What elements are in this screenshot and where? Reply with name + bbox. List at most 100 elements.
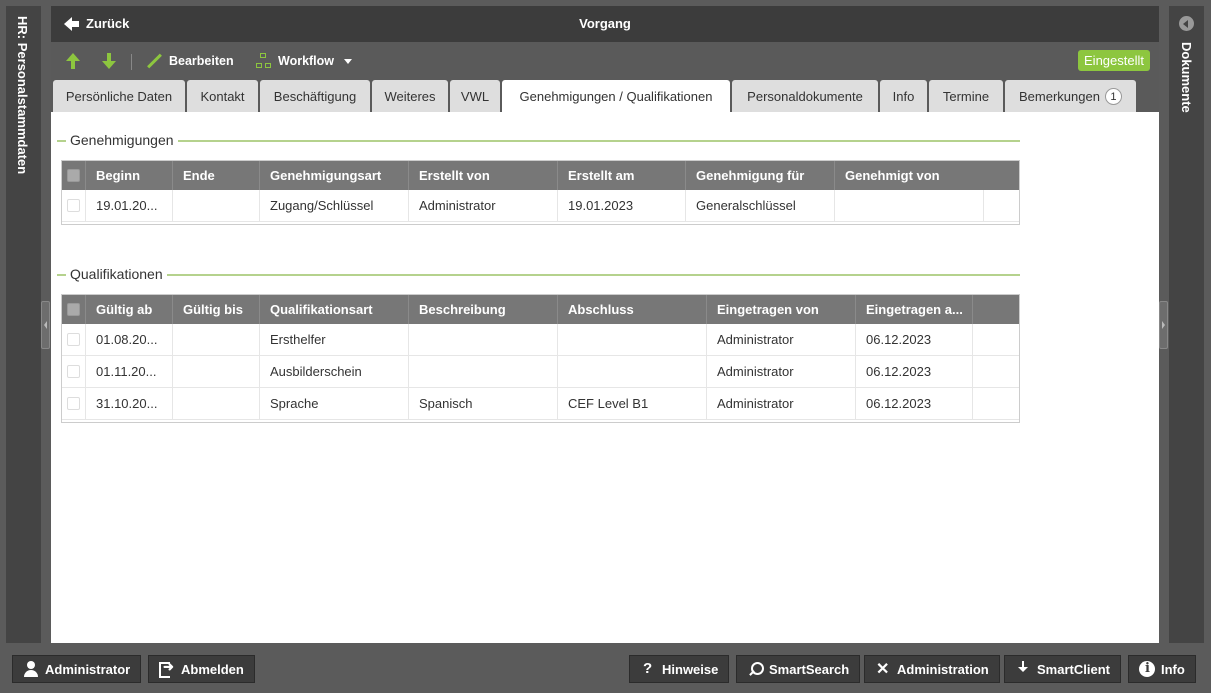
count-badge: 1 — [1104, 87, 1122, 105]
user-button[interactable]: Administrator — [12, 655, 142, 683]
table-cell: 01.11.20... — [86, 356, 173, 387]
row-checkbox[interactable] — [67, 397, 80, 410]
info-button[interactable]: Info — [1128, 655, 1196, 683]
row-checkbox[interactable] — [67, 333, 80, 346]
tab-label: Persönliche Daten — [65, 88, 173, 104]
tab-label: Personaldokumente — [747, 88, 863, 104]
tab-label: VWL — [460, 88, 490, 104]
hints-button[interactable]: Hinweise — [629, 655, 730, 683]
smartsearch-label: SmartSearch — [769, 661, 850, 677]
table-cell — [173, 324, 260, 355]
table-cell: Administrator — [707, 324, 856, 355]
right-panel-label[interactable]: Dokumente — [1179, 42, 1194, 113]
table-cell: 06.12.2023 — [856, 324, 973, 355]
table-row[interactable]: 19.01.20... Zugang/Schlüssel Administrat… — [62, 190, 1019, 222]
section-divider — [57, 140, 1020, 142]
tab-label: Termine — [942, 88, 990, 104]
table-cell: Administrator — [707, 356, 856, 387]
column-header[interactable]: Gültig bis — [173, 295, 260, 324]
column-header[interactable]: Eingetragen von — [707, 295, 856, 324]
toolbar: Bearbeiten Workflow Eingestellt — [51, 42, 1159, 80]
user-icon — [23, 661, 39, 677]
column-header[interactable]: Gültig ab — [86, 295, 173, 324]
column-header[interactable]: Eingetragen a... — [856, 295, 973, 324]
column-header[interactable]: Erstellt am — [558, 161, 686, 190]
tab-personaldokumente[interactable]: Personaldokumente — [732, 80, 878, 112]
column-header[interactable]: Genehmigung für — [686, 161, 835, 190]
select-all-cell[interactable] — [62, 295, 86, 324]
user-label: Administrator — [45, 661, 131, 677]
next-record-button[interactable] — [102, 53, 116, 69]
tab-label: Genehmigungen / Qualifikationen — [519, 88, 713, 104]
row-select-cell[interactable] — [62, 324, 86, 355]
title-bar: Zurück Vorgang — [51, 6, 1159, 42]
search-icon — [747, 661, 764, 677]
tab-bemerkungen[interactable]: Bemerkungen 1 — [1005, 80, 1136, 112]
row-checkbox[interactable] — [67, 199, 80, 212]
previous-record-button[interactable] — [66, 53, 80, 69]
section-divider — [57, 274, 1020, 276]
select-all-cell[interactable] — [62, 161, 86, 190]
logout-button[interactable]: Abmelden — [148, 655, 255, 683]
arrow-up-icon — [66, 53, 80, 69]
right-side-panel[interactable]: Dokumente — [1169, 6, 1204, 643]
right-panel-resize-handle[interactable] — [1159, 301, 1168, 349]
left-side-panel[interactable]: HR: Personalstammdaten — [6, 6, 41, 643]
select-all-checkbox[interactable] — [67, 303, 80, 316]
column-header[interactable]: Abschluss — [558, 295, 707, 324]
table-cell: Zugang/Schlüssel — [260, 190, 409, 221]
column-header[interactable]: Beginn — [86, 161, 173, 190]
grid-header: Gültig ab Gültig bis Qualifikationsart B… — [62, 295, 1019, 324]
status-badge: Eingestellt — [1078, 50, 1150, 71]
table-cell: Administrator — [707, 388, 856, 419]
table-row[interactable]: 31.10.20... Sprache Spanisch CEF Level B… — [62, 388, 1019, 420]
chevron-down-icon — [344, 58, 353, 64]
column-header[interactable]: Genehmigt von — [835, 161, 1019, 190]
table-cell: 19.01.20... — [86, 190, 173, 221]
column-header[interactable]: Ende — [173, 161, 260, 190]
tab-genehmigungen-qualifikationen[interactable]: Genehmigungen / Qualifikationen — [502, 80, 730, 112]
toolbar-divider — [131, 54, 132, 70]
workflow-dropdown[interactable]: Workflow — [256, 53, 353, 69]
table-cell — [173, 356, 260, 387]
workflow-label: Workflow — [278, 54, 335, 68]
logout-label: Abmelden — [181, 661, 244, 677]
tab-vwl[interactable]: VWL — [450, 80, 500, 112]
pencil-icon — [147, 53, 163, 69]
edit-label: Bearbeiten — [169, 54, 234, 68]
table-row[interactable]: 01.08.20... Ersthelfer Administrator 06.… — [62, 324, 1019, 356]
administration-button[interactable]: Administration — [864, 655, 1000, 683]
tab-beschaeftigung[interactable]: Beschäftigung — [260, 80, 370, 112]
select-all-checkbox[interactable] — [67, 169, 80, 182]
column-header[interactable]: Qualifikationsart — [260, 295, 409, 324]
column-header[interactable]: Genehmigungsart — [260, 161, 409, 190]
smartclient-button[interactable]: SmartClient — [1004, 655, 1121, 683]
tab-weiteres[interactable]: Weiteres — [372, 80, 448, 112]
tab-kontakt[interactable]: Kontakt — [187, 80, 258, 112]
row-select-cell[interactable] — [62, 356, 86, 387]
bottom-bar: Administrator Abmelden Hinweise SmartSea… — [0, 643, 1211, 693]
edit-button[interactable]: Bearbeiten — [147, 53, 234, 69]
column-header[interactable]: Erstellt von — [409, 161, 558, 190]
tab-label: Bemerkungen — [1019, 88, 1100, 104]
table-cell — [558, 324, 707, 355]
collapse-icon[interactable] — [1179, 16, 1194, 31]
column-header[interactable]: Beschreibung — [409, 295, 558, 324]
row-checkbox[interactable] — [67, 365, 80, 378]
smartsearch-button[interactable]: SmartSearch — [736, 655, 861, 683]
section-title-genehmigungen: Genehmigungen — [66, 132, 178, 148]
table-cell — [835, 190, 984, 221]
table-row[interactable]: 01.11.20... Ausbilderschein Administrato… — [62, 356, 1019, 388]
tab-termine[interactable]: Termine — [929, 80, 1003, 112]
table-cell: Sprache — [260, 388, 409, 419]
table-cell: Ersthelfer — [260, 324, 409, 355]
left-panel-label[interactable]: HR: Personalstammdaten — [15, 16, 30, 174]
tab-info[interactable]: Info — [880, 80, 927, 112]
row-select-cell[interactable] — [62, 190, 86, 221]
row-select-cell[interactable] — [62, 388, 86, 419]
left-panel-resize-handle[interactable] — [41, 301, 50, 349]
table-cell: Administrator — [409, 190, 558, 221]
tab-persoenliche-daten[interactable]: Persönliche Daten — [53, 80, 185, 112]
qualifikationen-grid: Gültig ab Gültig bis Qualifikationsart B… — [61, 294, 1020, 423]
page-title: Vorgang — [579, 16, 631, 31]
